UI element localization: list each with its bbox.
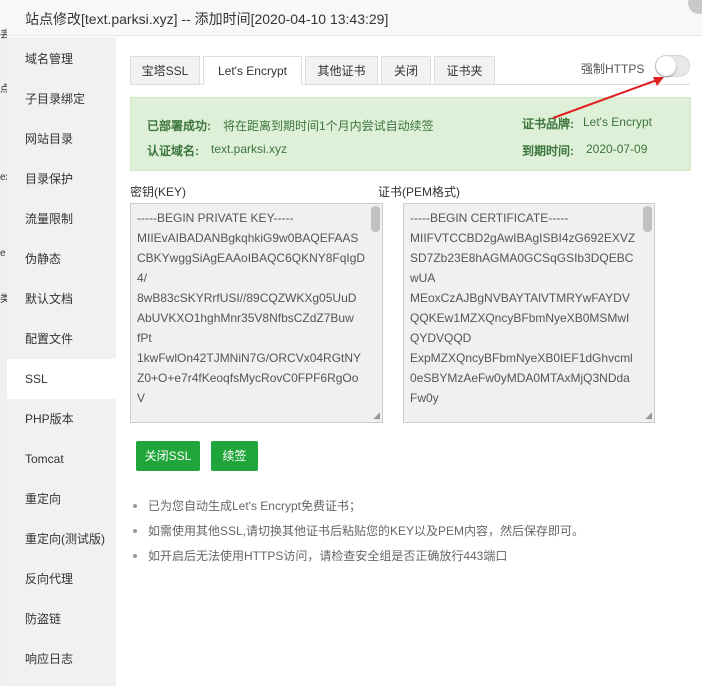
close-ssl-button[interactable]: 关闭SSL	[136, 441, 200, 471]
sidebar-item-ssl[interactable]: SSL	[7, 359, 116, 399]
key-line: AbUVKXO1hghMnr35V8NfbsCZdZ7Buw	[137, 311, 354, 325]
sidebar-item-redirect[interactable]: 重定向	[7, 479, 116, 519]
key-line: -----BEGIN PRIVATE KEY-----	[137, 211, 294, 225]
tab-cert-folder[interactable]: 证书夹	[434, 56, 495, 85]
key-line: 4/	[137, 271, 148, 285]
brand-value: Let's Encrypt	[583, 115, 652, 129]
sidebar-item-hotlink[interactable]: 防盗链	[7, 599, 116, 639]
domain-label: 认证域名:	[147, 144, 199, 158]
note-item: 如开启后无法使用HTTPS访问，请检查安全组是否正确放行443端口	[130, 548, 584, 573]
deploy-text: 将在距离到期时间1个月内尝试自动续签	[223, 119, 434, 133]
key-line: CBKYwggSiAgEAAoIBAQC6QKNY8FqIgD	[137, 251, 366, 265]
sidebar-item-config-file[interactable]: 配置文件	[7, 319, 116, 359]
cert-line: MIIFVTCCBD2gAwIBAgISBI4zG692EXVZ	[410, 231, 636, 245]
close-icon[interactable]	[688, 0, 702, 14]
tab-lets-encrypt[interactable]: Let's Encrypt	[203, 56, 302, 85]
window-title: 站点修改[text.parksi.xyz] -- 添加时间[2020-04-10…	[25, 11, 389, 27]
background-text: 点	[0, 84, 7, 95]
cert-line: QQKEw1MZXQncyBFbmNyeXB0MSMwI	[410, 311, 630, 325]
brand-label: 证书品牌:	[522, 117, 574, 131]
domain-value: text.parksi.xyz	[211, 142, 288, 156]
cert-line: -----BEGIN CERTIFICATE-----	[410, 211, 569, 225]
sidebar-item-php-version[interactable]: PHP版本	[7, 399, 116, 439]
cert-line: wUA	[410, 271, 436, 285]
sidebar-item-rewrite[interactable]: 伪静态	[7, 239, 116, 279]
sidebar-item-traffic-limit[interactable]: 流量限制	[7, 199, 116, 239]
sidebar-item-dir-protect[interactable]: 目录保护	[7, 159, 116, 199]
help-notes: 已为您自动生成Let's Encrypt免费证书； 如需使用其他SSL,请切换其…	[130, 498, 584, 573]
key-line: V	[137, 391, 146, 405]
resize-grip-icon[interactable]: ◢	[373, 410, 380, 421]
background-text: e	[0, 248, 6, 259]
key-line: MIIEvAIBADANBgkqhkiG9w0BAQEFAAS	[137, 231, 359, 245]
expiry-value: 2020-07-09	[586, 142, 648, 156]
cert-line: MEoxCzAJBgNVBAYTAlVTMRYwFAYDV	[410, 291, 630, 305]
force-https-toggle[interactable]	[655, 55, 690, 77]
key-line: Z0+O+e7r4fKeoqfsMycRovC0FPF6RgOo	[137, 371, 359, 385]
ssl-status-banner: 已部署成功: 将在距离到期时间1个月内尝试自动续签 认证域名: text.par…	[130, 97, 691, 171]
sidebar-item-reverse-proxy[interactable]: 反向代理	[7, 559, 116, 599]
cert-line: ExpMZXQncyBFbmNyeXB0IEF1dGhvcml	[410, 351, 633, 365]
key-label: 密钥(KEY)	[130, 185, 187, 199]
cert-line: Fw0y	[410, 391, 439, 405]
renew-button[interactable]: 续签	[211, 441, 258, 471]
sidebar-item-subdir[interactable]: 子目录绑定	[7, 79, 116, 119]
cert-content: -----BEGIN CERTIFICATE----- MIIFVTCCBD2g…	[410, 208, 640, 408]
tab-other-cert[interactable]: 其他证书	[305, 56, 378, 85]
cert-line: 0eSBYMzAeFw0yMDA0MTAxMjQ3NDda	[410, 371, 630, 385]
sidebar: 域名管理 子目录绑定 网站目录 目录保护 流量限制 伪静态 默认文档 配置文件 …	[7, 37, 116, 686]
key-line: 1kwFwlOn42TJMNiN7G/ORCVx04RGtNY	[137, 351, 362, 365]
sidebar-item-default-doc[interactable]: 默认文档	[7, 279, 116, 319]
tab-close[interactable]: 关闭	[381, 56, 431, 85]
key-textarea[interactable]: -----BEGIN PRIVATE KEY----- MIIEvAIBADAN…	[130, 203, 383, 423]
window-titlebar: 站点修改[text.parksi.xyz] -- 添加时间[2020-04-10…	[0, 0, 702, 36]
cert-textarea[interactable]: -----BEGIN CERTIFICATE----- MIIFVTCCBD2g…	[403, 203, 655, 423]
cert-line: SD7Zb23E8hAGMA0GCSqGSIb3DQEBC	[410, 251, 634, 265]
key-line: 8wB83cSKYRrfUSI//89CQZWKXg05UuD	[137, 291, 357, 305]
force-https-label: 强制HTTPS	[581, 62, 645, 76]
deploy-label: 已部署成功:	[147, 119, 211, 133]
cert-label: 证书(PEM格式)	[378, 185, 460, 199]
cert-line: QYDVQQD	[410, 331, 472, 345]
tab-bt-ssl[interactable]: 宝塔SSL	[130, 56, 200, 85]
sidebar-item-tomcat[interactable]: Tomcat	[7, 439, 116, 479]
sidebar-item-site-dir[interactable]: 网站目录	[7, 119, 116, 159]
background-window-strip: 丢 点 ext e 类	[0, 30, 7, 686]
background-text: 丢	[0, 30, 7, 41]
expiry-label: 到期时间:	[522, 144, 574, 158]
key-content: -----BEGIN PRIVATE KEY----- MIIEvAIBADAN…	[137, 208, 368, 408]
note-item: 已为您自动生成Let's Encrypt免费证书；	[130, 498, 584, 523]
toggle-knob[interactable]	[656, 56, 676, 76]
resize-grip-icon[interactable]: ◢	[645, 410, 652, 421]
key-scrollbar[interactable]	[371, 206, 380, 232]
background-text: ext	[0, 172, 7, 183]
sidebar-item-response-log[interactable]: 响应日志	[7, 639, 116, 679]
cert-scrollbar[interactable]	[643, 206, 652, 232]
sidebar-item-domain[interactable]: 域名管理	[7, 39, 116, 79]
sidebar-item-redirect-beta[interactable]: 重定向(测试版)	[7, 519, 116, 559]
background-text: 类	[0, 294, 7, 305]
note-item: 如需使用其他SSL,请切换其他证书后粘贴您的KEY以及PEM内容，然后保存即可。	[130, 523, 584, 548]
key-line: fPt	[137, 331, 152, 345]
